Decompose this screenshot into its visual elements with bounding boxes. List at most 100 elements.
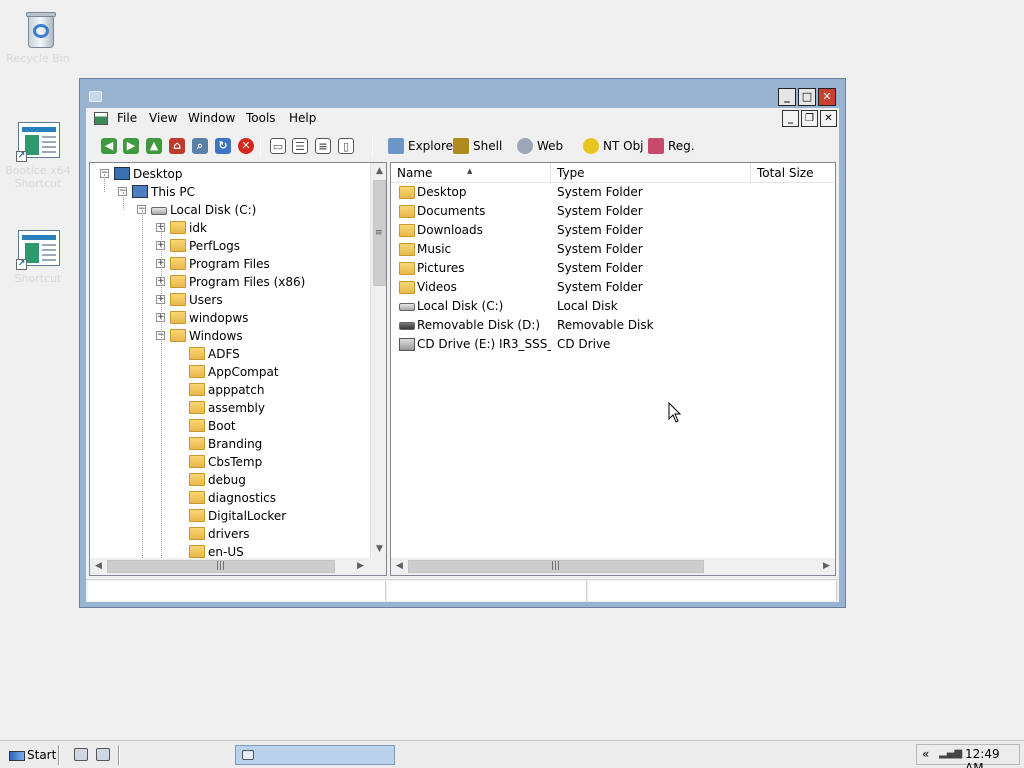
quick-launch-explorer-icon[interactable] xyxy=(96,748,110,761)
list-item-name: Videos xyxy=(417,280,457,294)
minimize-button[interactable]: _ xyxy=(778,88,796,106)
child-minimize-button[interactable]: _ xyxy=(782,110,799,127)
child-close-button[interactable]: ✕ xyxy=(820,110,837,127)
list-item[interactable]: Pictures System Folder xyxy=(391,259,835,278)
folder-icon xyxy=(399,205,415,218)
tree-item-label: Local Disk (C:) xyxy=(170,203,257,217)
up-icon[interactable]: ▲ xyxy=(146,138,162,154)
child-window-icon[interactable] xyxy=(94,112,108,125)
child-restore-button[interactable]: ❐ xyxy=(801,110,818,127)
recycle-bin-icon[interactable]: Recycle Bin xyxy=(0,6,76,65)
removable-drive-icon xyxy=(399,322,415,330)
drive-icon xyxy=(399,303,415,311)
menu-view[interactable]: View xyxy=(149,111,177,125)
stop-icon[interactable]: ✕ xyxy=(238,138,254,154)
tree-item-label: This PC xyxy=(151,185,195,199)
scroll-left-arrow-icon[interactable]: ◀ xyxy=(391,558,408,575)
desktop-shortcut-2[interactable]: ↗ Shortcut xyxy=(0,226,76,285)
list-item[interactable]: Downloads System Folder xyxy=(391,221,835,240)
tree-horizontal-scrollbar[interactable]: ◀ ||| ▶ xyxy=(90,558,386,575)
clock[interactable]: 12:49 AM xyxy=(965,747,1019,768)
column-header-total-size[interactable]: Total Size xyxy=(751,163,835,183)
view-list-icon[interactable]: ≡ xyxy=(315,138,331,154)
forward-icon[interactable]: ▶ xyxy=(123,138,139,154)
recycle-bin-icon-image xyxy=(16,6,60,50)
list-item[interactable]: Removable Disk (D:) Removable Disk xyxy=(391,316,835,335)
tree-item-label: debug xyxy=(208,473,246,487)
computer-icon xyxy=(132,185,148,198)
menu-help[interactable]: Help xyxy=(289,111,316,125)
list-item[interactable]: Local Disk (C:) Local Disk xyxy=(391,297,835,316)
list-item-name: Downloads xyxy=(417,223,483,237)
tree-vertical-scrollbar[interactable]: ▲ ≡ ▼ xyxy=(370,163,386,558)
list-item-type: System Folder xyxy=(557,204,643,218)
list-horizontal-scrollbar[interactable]: ◀ ||| ▶ xyxy=(391,558,835,575)
tree-item-label: Program Files (x86) xyxy=(189,275,306,289)
web-button[interactable]: Web xyxy=(517,138,565,154)
quick-launch-desktop-icon[interactable] xyxy=(74,748,88,761)
folder-icon xyxy=(388,138,404,154)
menu-tools[interactable]: Tools xyxy=(246,111,276,125)
explore-button[interactable]: Explore xyxy=(388,138,453,154)
list-item-type: CD Drive xyxy=(557,337,611,351)
search-icon[interactable]: ⌕ xyxy=(192,138,208,154)
view-details-icon[interactable]: ▯ xyxy=(338,138,354,154)
app-shortcut-icon: ↗ xyxy=(16,226,60,270)
column-header-name[interactable]: Name ▲ xyxy=(391,163,551,183)
network-icon[interactable]: ▂▄▆ xyxy=(939,748,962,759)
show-hidden-icons-icon[interactable]: « xyxy=(922,747,929,761)
list-item[interactable]: Desktop System Folder xyxy=(391,183,835,202)
scroll-up-arrow-icon[interactable]: ▲ xyxy=(371,163,386,180)
menu-bar: File View Window Tools Help _ ❐ ✕ xyxy=(86,108,839,130)
mouse-cursor-icon xyxy=(668,402,682,423)
taskbar-window-button[interactable] xyxy=(235,745,395,765)
list-item-type: System Folder xyxy=(557,223,643,237)
list-item-type: Removable Disk xyxy=(557,318,654,332)
folder-icon xyxy=(399,186,415,199)
folder-icon xyxy=(189,383,205,396)
list-item[interactable]: Videos System Folder xyxy=(391,278,835,297)
list-item-name: Removable Disk (D:) xyxy=(417,318,541,332)
taskbar: Start « ▂▄▆ 12:49 AM xyxy=(0,740,1024,768)
view-small-icons-icon[interactable]: ☰ xyxy=(292,138,308,154)
list-item[interactable]: Documents System Folder xyxy=(391,202,835,221)
close-button[interactable]: ✕ xyxy=(818,88,836,106)
menu-file[interactable]: File xyxy=(117,111,137,125)
refresh-icon[interactable]: ↻ xyxy=(215,138,231,154)
back-icon[interactable]: ◀ xyxy=(101,138,117,154)
scroll-left-arrow-icon[interactable]: ◀ xyxy=(90,558,107,575)
scroll-down-arrow-icon[interactable]: ▼ xyxy=(371,541,386,558)
file-list[interactable]: Name ▲ Type Total Size Desktop System Fol… xyxy=(390,162,836,576)
list-item-type: System Folder xyxy=(557,185,643,199)
nt-obj-button[interactable]: NT Obj xyxy=(583,138,644,154)
folder-icon xyxy=(170,275,186,288)
list-item-name: Desktop xyxy=(417,185,467,199)
desktop-shortcut-1[interactable]: ↗ Bootice x64 Shortcut xyxy=(0,118,76,190)
shell-button[interactable]: Shell xyxy=(453,138,505,154)
tree-item-label: idk xyxy=(189,221,207,235)
toolbar: ◀ ▶ ▲ ⌂ ⌕ ↻ ✕ ▭ ☰ ≡ ▯ Explore Shell Web xyxy=(86,130,839,160)
tree-item-label: windopws xyxy=(189,311,249,325)
list-item[interactable]: Music System Folder xyxy=(391,240,835,259)
folder-icon xyxy=(399,262,415,275)
window-app-icon[interactable] xyxy=(89,91,102,102)
list-item-name: Local Disk (C:) xyxy=(417,299,504,313)
folder-tree[interactable]: − Desktop − This PC − Local Disk (C:) + idk + Per… xyxy=(89,162,387,576)
status-bar xyxy=(86,579,839,602)
scroll-right-arrow-icon[interactable]: ▶ xyxy=(352,558,369,575)
start-button[interactable]: Start xyxy=(6,745,56,765)
scroll-right-arrow-icon[interactable]: ▶ xyxy=(818,558,835,575)
maximize-button[interactable]: □ xyxy=(798,88,816,106)
sort-ascending-icon: ▲ xyxy=(467,167,473,175)
column-header-type[interactable]: Type xyxy=(551,163,751,183)
tree-item-label: Program Files xyxy=(189,257,270,271)
tree-item-label: Boot xyxy=(208,419,236,433)
menu-window[interactable]: Window xyxy=(188,111,235,125)
view-large-icons-icon[interactable]: ▭ xyxy=(270,138,286,154)
home-icon[interactable]: ⌂ xyxy=(169,138,185,154)
registry-button[interactable]: Reg. xyxy=(648,138,696,154)
list-item[interactable]: CD Drive (E:) IR3_SSS_X... CD Drive xyxy=(391,335,835,354)
title-bar[interactable]: _ □ ✕ xyxy=(80,79,845,107)
list-item-name: Pictures xyxy=(417,261,465,275)
tree-item-label: ADFS xyxy=(208,347,240,361)
